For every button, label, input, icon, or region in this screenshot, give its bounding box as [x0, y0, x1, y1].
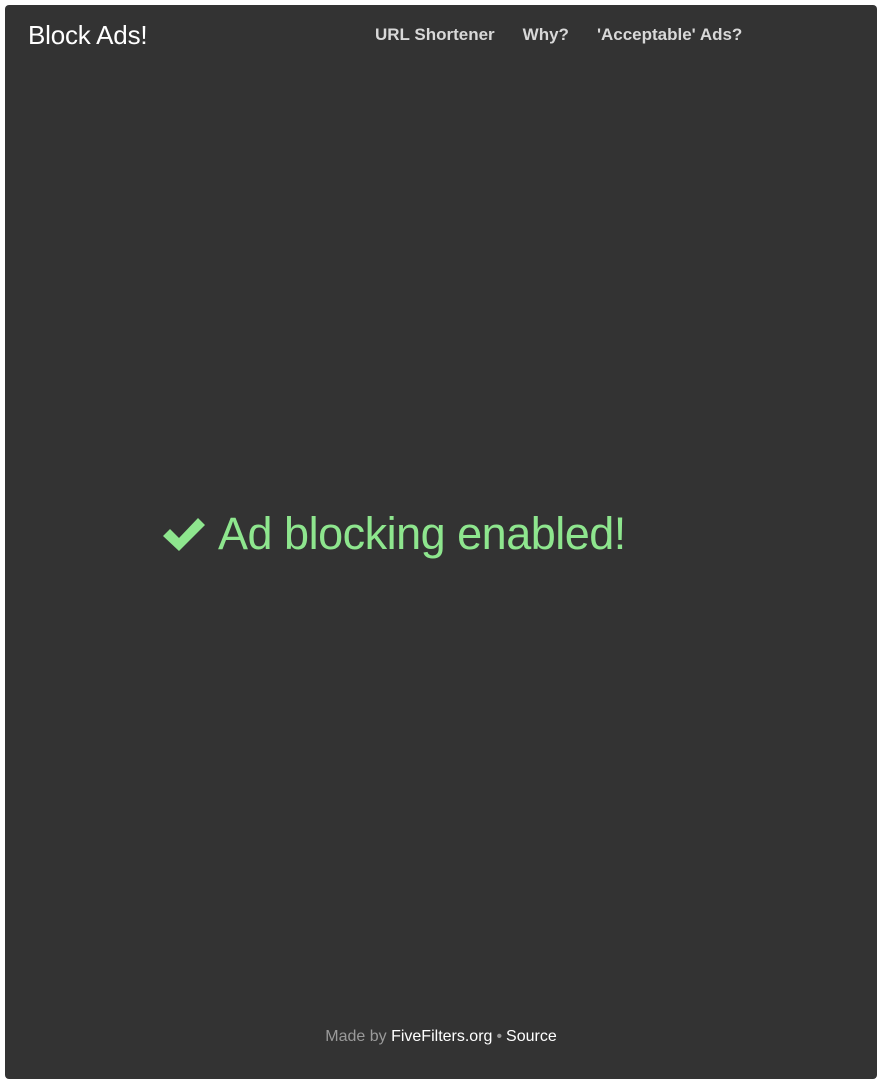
footer-fivefilters-link[interactable]: FiveFilters.org — [391, 1028, 492, 1045]
top-nav: URL Shortener Why? 'Acceptable' Ads? — [375, 25, 742, 45]
checkmark-icon — [163, 518, 205, 551]
status-message-block: Ad blocking enabled! — [160, 508, 626, 560]
footer-source-link[interactable]: Source — [506, 1028, 557, 1045]
footer-made-by-text: Made by — [325, 1028, 387, 1045]
nav-why[interactable]: Why? — [523, 25, 569, 45]
nav-url-shortener[interactable]: URL Shortener — [375, 25, 495, 45]
footer-separator: • — [496, 1028, 503, 1045]
page-window: Block Ads! URL Shortener Why? 'Acceptabl… — [5, 5, 877, 1079]
brand-link[interactable]: Block Ads! — [28, 20, 148, 51]
status-message: Ad blocking enabled! — [218, 508, 626, 559]
nav-acceptable-ads[interactable]: 'Acceptable' Ads? — [597, 25, 742, 45]
footer: Made by FiveFilters.org • Source — [5, 1028, 877, 1046]
